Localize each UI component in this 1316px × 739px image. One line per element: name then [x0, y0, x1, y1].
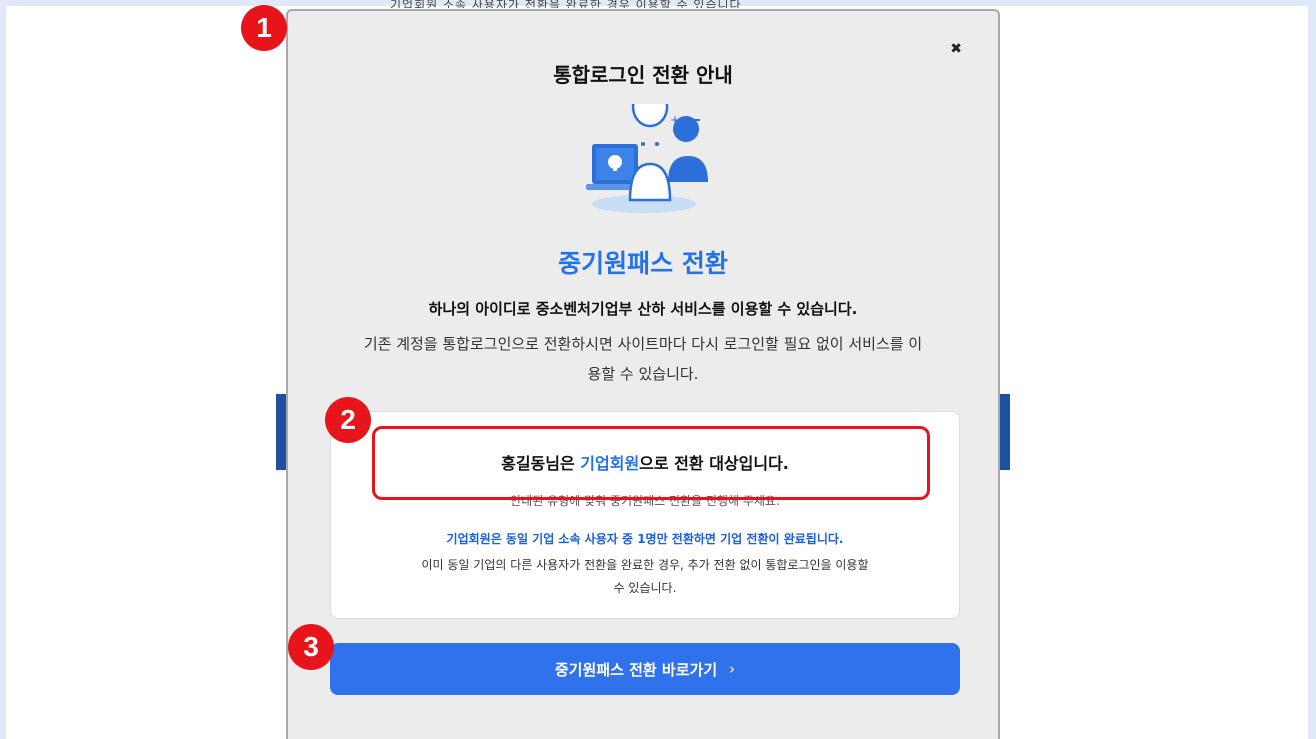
go-to-pass-conversion-button[interactable]: 중기원패스 전환 바로가기 ›	[330, 643, 960, 695]
intro-headline: 하나의 아이디로 중소벤처기업부 산하 서비스를 이용할 수 있습니다.	[428, 300, 858, 318]
step-marker: 2	[325, 397, 371, 443]
login-illustration-icon: +	[586, 104, 708, 213]
chevron-right-icon: ›	[729, 660, 736, 678]
button-label: 중기원패스 전환 바로가기	[554, 660, 718, 679]
pass-title: 중기원패스 전환	[558, 249, 728, 278]
conversion-modal: ✖ 통합로그인 전환 안내 + 중기원패스 전환 하나의 아이디로 중소벤처기업…	[286, 9, 1000, 739]
background-strip	[1000, 394, 1010, 470]
modal-title: 통합로그인 전환 안내	[553, 63, 733, 87]
step-marker: 1	[241, 5, 287, 51]
corporate-note: 기업회원은 동일 기업 소속 사용자 중 1명만 전환하면 기업 전환이 완료됩…	[446, 532, 844, 546]
close-icon[interactable]: ✖	[950, 41, 962, 57]
svg-text:+: +	[670, 113, 680, 127]
step-marker: 3	[288, 624, 334, 670]
highlight-box	[372, 426, 930, 500]
intro-description: 기존 계정을 통합로그인으로 전환하시면 사이트마다 다시 로그인할 필요 없이…	[363, 335, 923, 383]
corporate-description: 이미 동일 기업의 다른 사용자가 전환을 완료한 경우, 추가 전환 없이 통…	[421, 558, 869, 595]
background-text: 기업회원 소속 사용자가 전환을 완료한 경우 이용할 수 있습니다	[390, 0, 742, 8]
